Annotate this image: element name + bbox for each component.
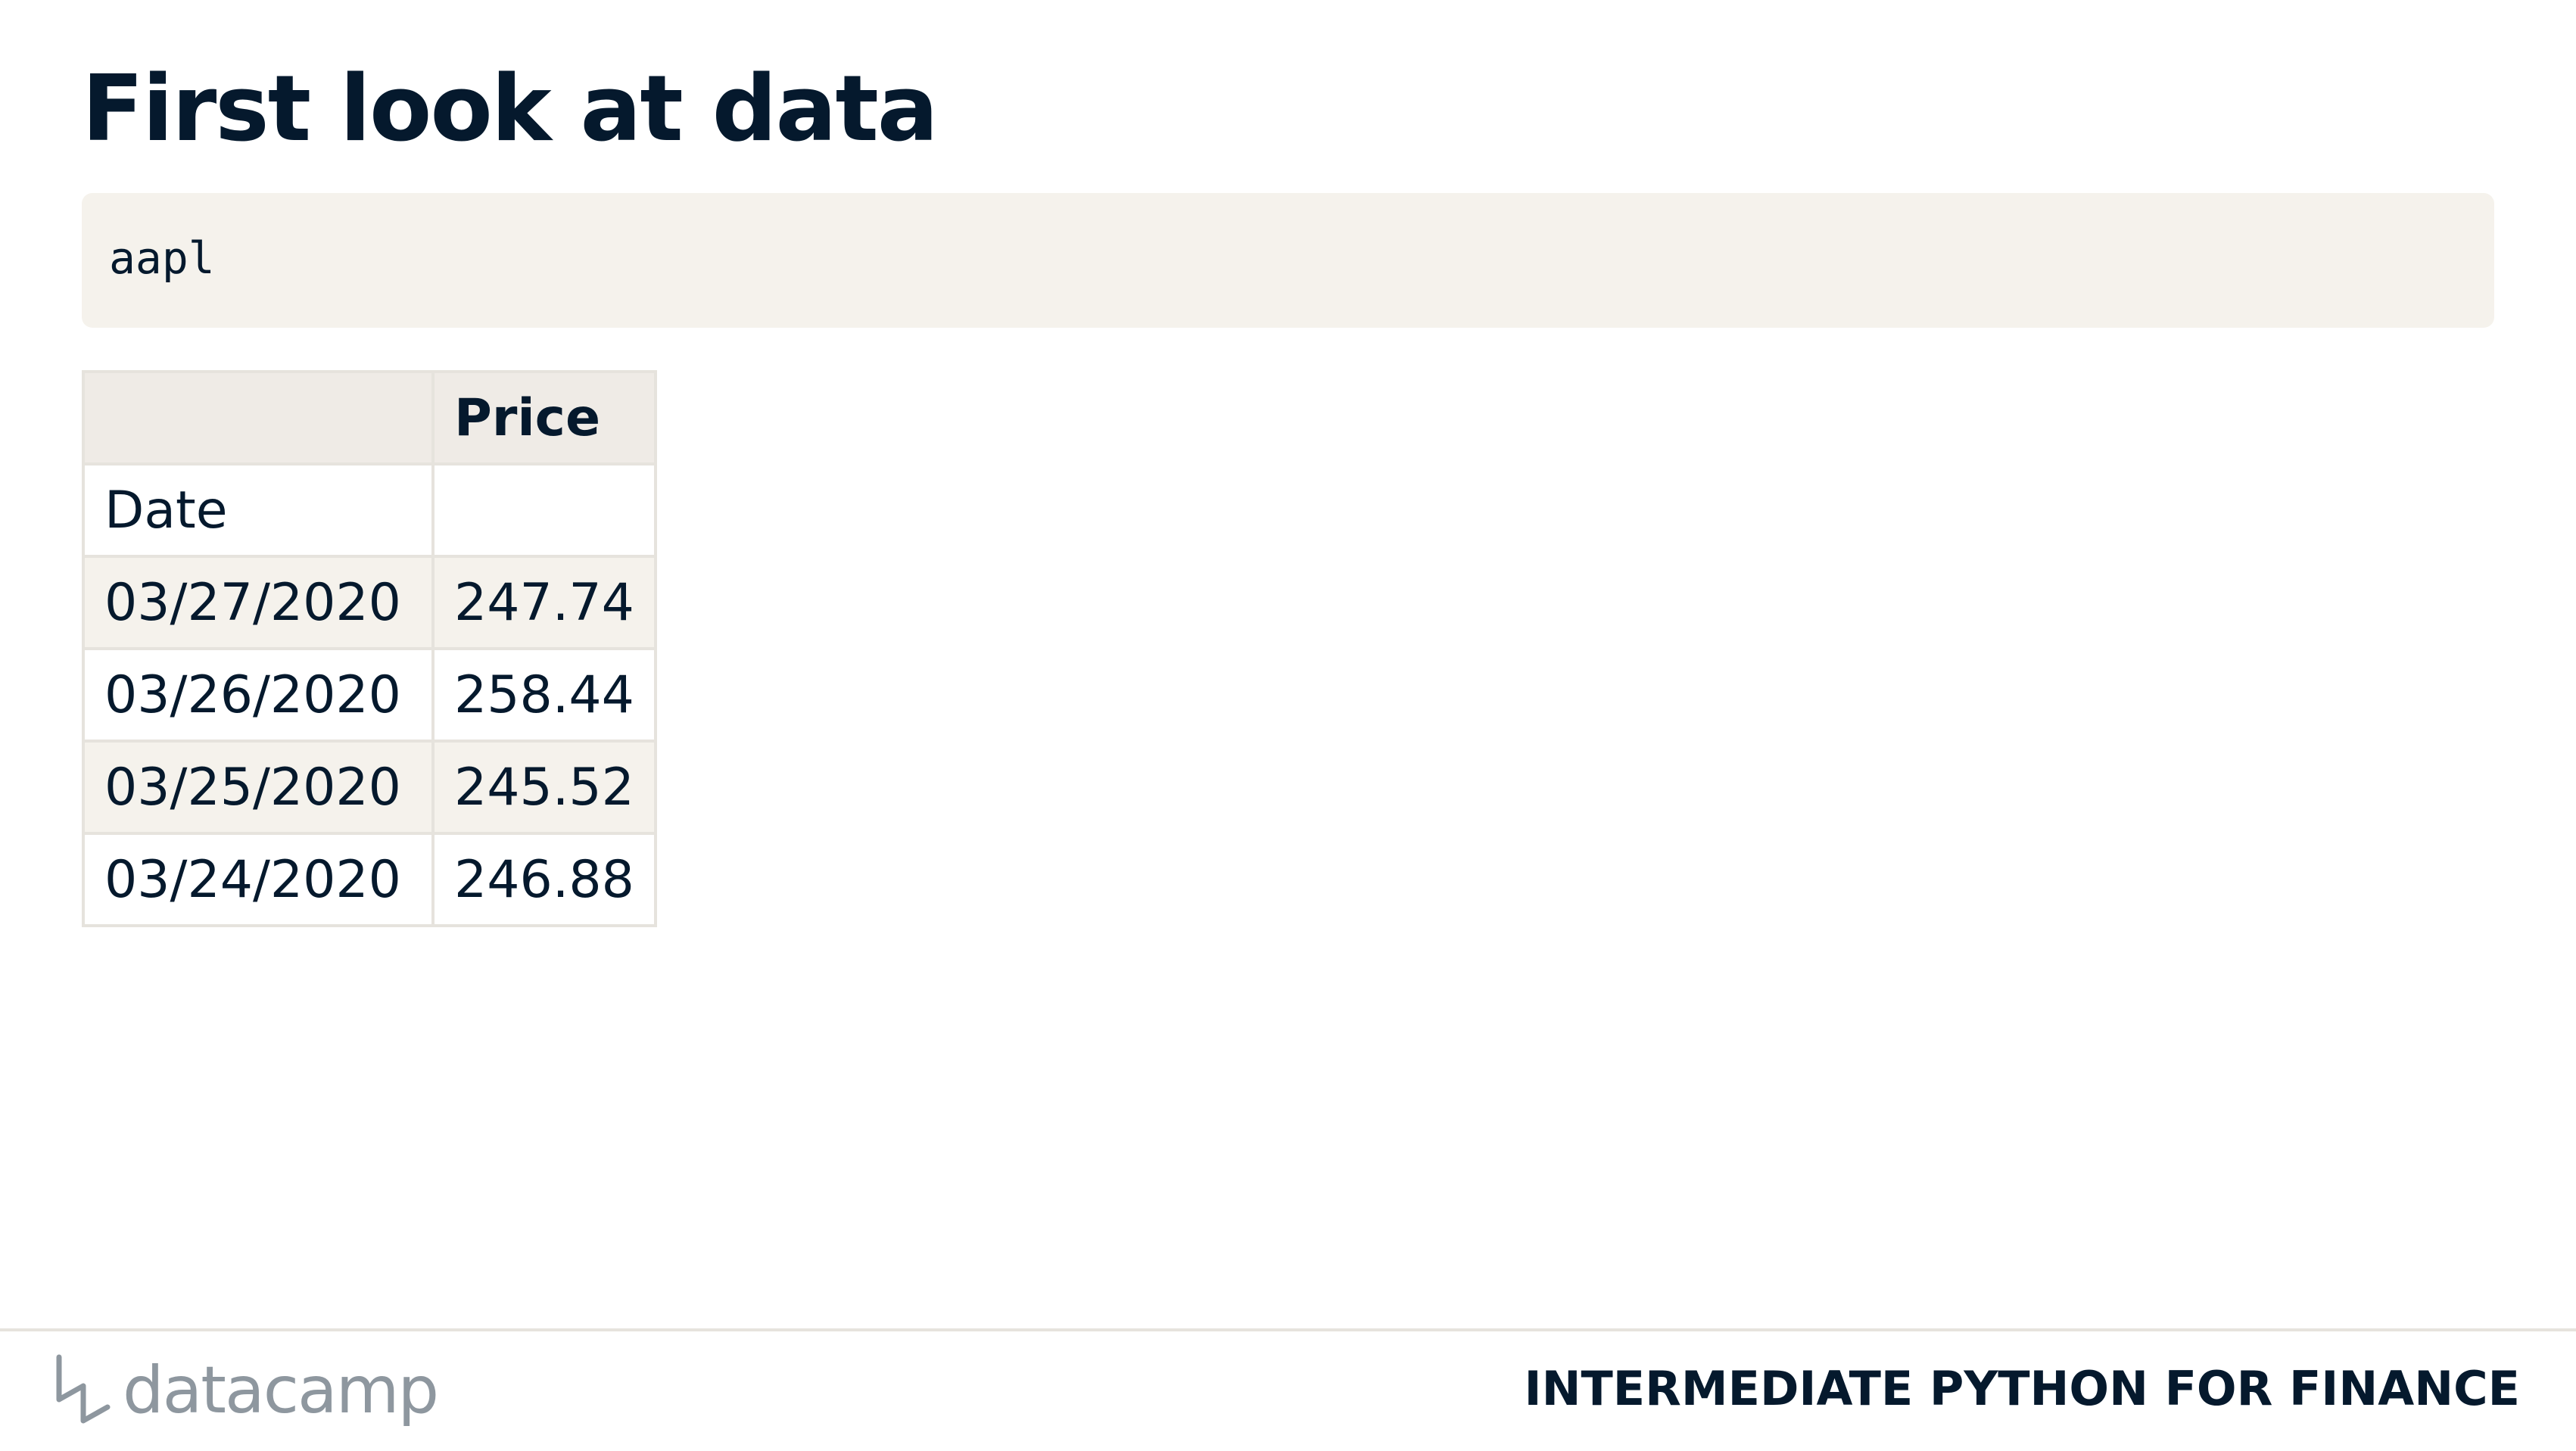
table-index-name: Date — [82, 462, 435, 558]
table-index-name-row: Date — [82, 462, 657, 558]
table-empty-cell — [431, 462, 657, 558]
table-cell-price: 258.44 — [431, 647, 657, 743]
table-row: 03/25/2020 245.52 — [82, 740, 657, 835]
table-cell-date: 03/24/2020 — [82, 832, 435, 927]
slide-title: First look at data — [82, 57, 939, 162]
dataframe-table: Price Date 03/27/2020 247.74 03/26/2020 … — [82, 370, 657, 927]
table-cell-price: 247.74 — [431, 555, 657, 650]
table-row: 03/24/2020 246.88 — [82, 832, 657, 927]
table-header-price: Price — [431, 370, 657, 466]
table-cell-date: 03/27/2020 — [82, 555, 435, 650]
table-header-row: Price — [82, 370, 657, 466]
table-row: 03/27/2020 247.74 — [82, 555, 657, 650]
code-block: aapl — [82, 193, 2494, 328]
table-header-index — [82, 370, 435, 466]
logo-text: datacamp — [123, 1353, 439, 1428]
table-cell-date: 03/25/2020 — [82, 740, 435, 835]
datacamp-logo-icon — [56, 1354, 111, 1424]
table-row: 03/26/2020 258.44 — [82, 647, 657, 743]
table-cell-price: 246.88 — [431, 832, 657, 927]
code-text: aapl — [109, 232, 215, 284]
table-cell-date: 03/26/2020 — [82, 647, 435, 743]
footer-divider — [0, 1328, 2576, 1331]
table-cell-price: 245.52 — [431, 740, 657, 835]
course-title: INTERMEDIATE PYTHON FOR FINANCE — [1524, 1361, 2520, 1416]
datacamp-logo: datacamp — [53, 1349, 439, 1432]
